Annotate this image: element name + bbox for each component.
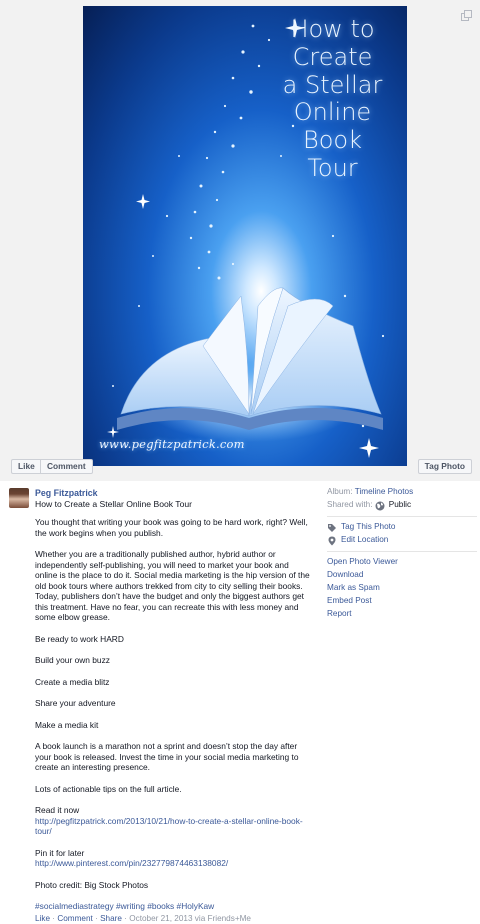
shared-row: Shared with: Public bbox=[327, 499, 477, 512]
pin-it-later: Pin it for later http://www.pinterest.co… bbox=[35, 848, 311, 869]
photo-credit: Photo credit: Big Stock Photos bbox=[35, 879, 149, 890]
menu-item-label[interactable]: Report bbox=[327, 609, 352, 620]
edit-location-row[interactable]: Edit Location bbox=[327, 534, 477, 547]
post-meta: October 21, 2013 via Friends+Me bbox=[129, 913, 251, 923]
post-paragraph: Share your adventure bbox=[35, 698, 116, 708]
post-paragraph: Make a media kit bbox=[35, 719, 99, 730]
hashtag-link[interactable]: #HolyKaw bbox=[177, 901, 215, 911]
album-row: Album: Timeline Photos bbox=[327, 486, 477, 499]
tag-this-photo-row[interactable]: Tag This Photo bbox=[327, 521, 477, 534]
album-label: Album: bbox=[327, 487, 353, 497]
post-paragraph: Lots of actionable tips on the full arti… bbox=[35, 783, 182, 794]
post-actions: Like · Comment · Share · October 21, 201… bbox=[35, 914, 311, 924]
menu-item-label[interactable]: Download bbox=[327, 570, 363, 581]
post-paragraph: You thought that writing your book was g… bbox=[35, 517, 308, 538]
share-link[interactable]: Share bbox=[100, 914, 122, 923]
photo-title-line: Online bbox=[293, 98, 372, 127]
menu-item-mark-as-spam[interactable]: Mark as Spam bbox=[327, 582, 477, 595]
album-link[interactable]: Timeline Photos bbox=[355, 487, 413, 498]
separator: · bbox=[50, 913, 58, 923]
photo-title-line: Tour bbox=[307, 154, 358, 183]
tag-icon bbox=[328, 523, 336, 532]
pin-label: Pin it for later bbox=[35, 847, 85, 858]
post-paragraph: Build your own buzz bbox=[35, 655, 110, 665]
photo-stage: How to Create a Stellar Online Book Tour… bbox=[0, 0, 480, 481]
post-title: How to Create a Stellar Online Book Tour bbox=[35, 499, 192, 509]
separator: · bbox=[121, 913, 130, 923]
menu-item-label[interactable]: Mark as Spam bbox=[327, 583, 380, 594]
hashtag-link[interactable]: #socialmediastrategy bbox=[35, 901, 114, 911]
photo-like-button[interactable]: Like bbox=[11, 459, 41, 474]
hashtag-link[interactable]: #books bbox=[147, 901, 174, 911]
author-name[interactable]: Peg Fitzpatrick bbox=[35, 488, 98, 499]
menu-item-report[interactable]: Report bbox=[327, 608, 477, 621]
photo-watermark-url: www.pegfitzpatrick.com bbox=[99, 437, 245, 452]
edit-location-link[interactable]: Edit Location bbox=[341, 535, 388, 546]
avatar[interactable] bbox=[9, 488, 29, 508]
tag-photo-button[interactable]: Tag Photo bbox=[417, 459, 472, 474]
menu-item-open-photo-viewer[interactable]: Open Photo Viewer bbox=[327, 556, 477, 569]
comment-link[interactable]: Comment bbox=[57, 914, 93, 923]
read-it-now: Read it now http://pegfitzpatrick.com/20… bbox=[35, 805, 311, 837]
like-link[interactable]: Like bbox=[35, 914, 50, 923]
post-body: You thought that writing your book was g… bbox=[35, 517, 311, 924]
menu-item-label[interactable]: Embed Post bbox=[327, 596, 372, 607]
photo-comment-button[interactable]: Comment bbox=[40, 459, 93, 474]
post-paragraph: Create a media blitz bbox=[35, 676, 110, 687]
photo-title-line: How to bbox=[290, 15, 375, 43]
post-paragraph: Whether you are a traditionally publishe… bbox=[35, 549, 310, 622]
post-paragraph: A book launch is a marathon not a sprint… bbox=[35, 741, 299, 772]
divider bbox=[327, 551, 477, 552]
photo-sidebar: Album: Timeline Photos Shared with: Publ… bbox=[327, 486, 477, 621]
shared-label: Shared with: bbox=[327, 500, 373, 510]
photo-title-line: Create bbox=[292, 42, 373, 71]
expand-icon[interactable] bbox=[461, 10, 472, 21]
post-paragraph: Be ready to work HARD bbox=[35, 633, 124, 644]
menu-item-download[interactable]: Download bbox=[327, 569, 477, 582]
tag-this-photo-link[interactable]: Tag This Photo bbox=[341, 522, 395, 533]
read-label: Read it now bbox=[35, 805, 80, 815]
pinterest-link[interactable]: http://www.pinterest.com/pin/23277987446… bbox=[35, 858, 311, 869]
location-pin-icon bbox=[328, 536, 336, 545]
menu-item-label[interactable]: Open Photo Viewer bbox=[327, 557, 398, 568]
globe-icon bbox=[375, 501, 385, 510]
hashtag-link[interactable]: #writing bbox=[116, 901, 145, 911]
photo-title: How to Create a Stellar Online Book Tour bbox=[270, 15, 395, 183]
separator: · bbox=[92, 913, 101, 923]
hashtags: #socialmediastrategy #writing #books #Ho… bbox=[35, 901, 311, 912]
photo-title-line: a Stellar bbox=[282, 70, 383, 99]
privacy-value[interactable]: Public bbox=[389, 500, 411, 511]
photo-title-line: Book bbox=[303, 126, 362, 155]
post-photo[interactable]: How to Create a Stellar Online Book Tour… bbox=[83, 6, 407, 466]
menu-item-embed-post[interactable]: Embed Post bbox=[327, 595, 477, 608]
article-link[interactable]: http://pegfitzpatrick.com/2013/10/21/how… bbox=[35, 816, 311, 837]
divider bbox=[327, 516, 477, 517]
